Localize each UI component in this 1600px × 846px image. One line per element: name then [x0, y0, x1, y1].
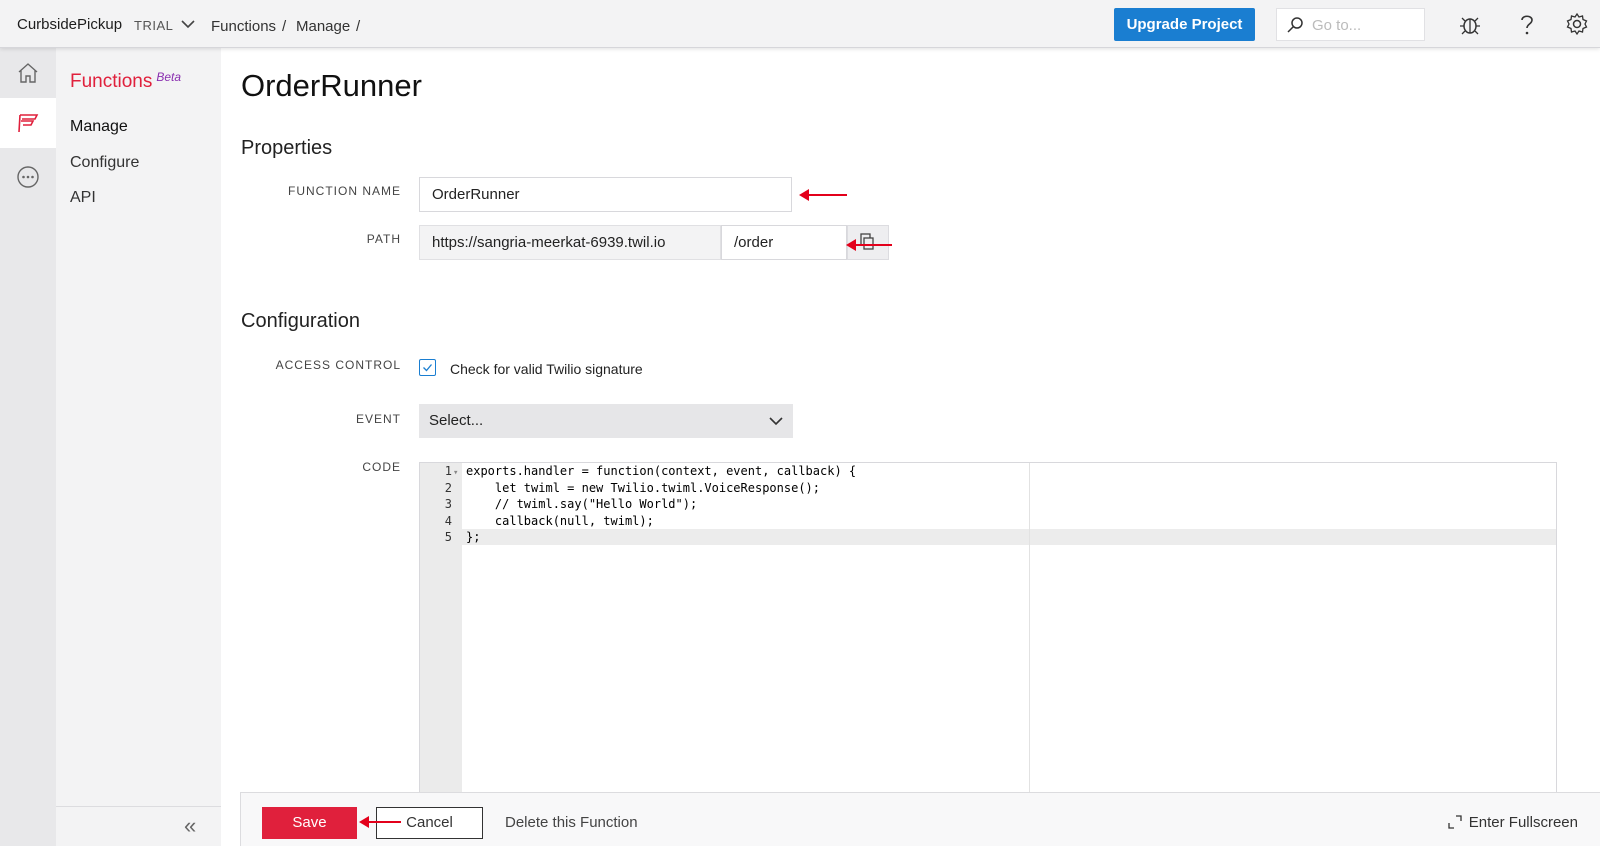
function-name-field[interactable]: OrderRunner	[419, 177, 792, 212]
breadcrumb-separator: /	[282, 18, 287, 35]
rail-home[interactable]	[0, 48, 56, 98]
more-icon	[17, 166, 39, 188]
chevron-down-icon	[769, 417, 783, 426]
product-rail	[0, 48, 56, 846]
path-field[interactable]: /order	[721, 225, 847, 260]
project-name[interactable]: CurbsidePickup	[17, 16, 122, 33]
event-label: EVENT	[355, 412, 401, 426]
sidebar-item-api[interactable]: API	[70, 189, 96, 207]
annotation-arrow	[846, 239, 892, 251]
line-number: 2	[444, 480, 452, 495]
save-button[interactable]: Save	[262, 807, 357, 839]
search-box[interactable]: Go to...	[1276, 8, 1425, 41]
line-number: 1	[444, 464, 452, 478]
signature-checkbox-label: Check for valid Twilio signature	[450, 361, 643, 377]
search-icon	[1287, 17, 1303, 33]
top-bar: CurbsidePickup TRIAL Functions / Manage …	[0, 0, 1600, 48]
code-line: // twiml.say("Hello World");	[466, 497, 698, 511]
properties-heading: Properties	[241, 137, 333, 159]
path-label: PATH	[366, 232, 401, 246]
sidebar-item-configure[interactable]: Configure	[70, 154, 139, 172]
sidebar-title: Functions Beta	[70, 70, 182, 92]
path-domain-field: https://sangria-meerkat-6939.twil.io	[419, 225, 721, 260]
copy-icon	[860, 233, 874, 250]
code-line: callback(null, twiml);	[466, 513, 654, 528]
bug-icon[interactable]	[1458, 12, 1482, 36]
collapse-sidebar-button[interactable]: «	[56, 806, 221, 846]
rail-functions[interactable]	[0, 98, 56, 148]
home-icon	[18, 63, 38, 83]
function-name-label: FUNCTION NAME	[288, 184, 401, 198]
functions-icon	[18, 114, 39, 133]
functions-sidebar: Functions Beta Manage Configure API «	[56, 48, 221, 846]
double-chevron-left-icon: «	[184, 813, 197, 838]
action-footer: Save Cancel Delete this Function Enter F…	[240, 792, 1600, 846]
breadcrumb-manage[interactable]: Manage	[296, 18, 350, 35]
annotation-arrow	[359, 816, 401, 828]
expand-icon	[1448, 815, 1462, 829]
help-icon[interactable]	[1515, 12, 1539, 36]
line-number: 5	[444, 530, 452, 544]
access-control-label: ACCESS CONTROL	[275, 358, 401, 372]
configuration-heading: Configuration	[241, 310, 360, 332]
chevron-down-icon[interactable]	[180, 16, 196, 32]
code-line: exports.handler = function(context, even…	[466, 464, 857, 478]
sidebar-item-manage[interactable]: Manage	[70, 118, 128, 136]
annotation-arrow	[799, 189, 847, 201]
upgrade-project-button[interactable]: Upgrade Project	[1114, 8, 1255, 41]
event-select[interactable]: Select...	[419, 404, 793, 438]
trial-badge: TRIAL	[134, 18, 174, 33]
code-label: CODE	[362, 460, 401, 474]
gear-icon[interactable]	[1565, 12, 1589, 36]
search-input[interactable]: Go to...	[1312, 17, 1361, 34]
enter-fullscreen-button[interactable]: Enter Fullscreen	[1448, 814, 1578, 831]
code-line: let twiml = new Twilio.twiml.VoiceRespon…	[466, 480, 821, 495]
active-line-highlight	[420, 529, 1556, 545]
page-title: OrderRunner	[241, 68, 422, 103]
line-number: 3	[444, 497, 452, 511]
event-select-value: Select...	[429, 412, 484, 429]
fold-icon[interactable]: ▾	[453, 465, 458, 482]
breadcrumb-functions[interactable]: Functions	[211, 18, 276, 35]
rail-more[interactable]	[0, 152, 56, 202]
line-number: 4	[444, 513, 452, 528]
code-editor[interactable]: 1 2 3 4 5 ▾ exports.handler = function(c…	[419, 462, 1557, 797]
breadcrumb-separator: /	[356, 18, 361, 35]
cancel-button[interactable]: Cancel	[376, 807, 483, 839]
print-margin	[1029, 463, 1030, 796]
main-content: OrderRunner Properties FUNCTION NAME Ord…	[221, 48, 1600, 846]
check-icon	[423, 364, 432, 372]
beta-badge: Beta	[156, 70, 182, 84]
code-line: };	[466, 530, 481, 544]
signature-checkbox[interactable]	[419, 359, 436, 376]
delete-function-link[interactable]: Delete this Function	[505, 814, 638, 831]
